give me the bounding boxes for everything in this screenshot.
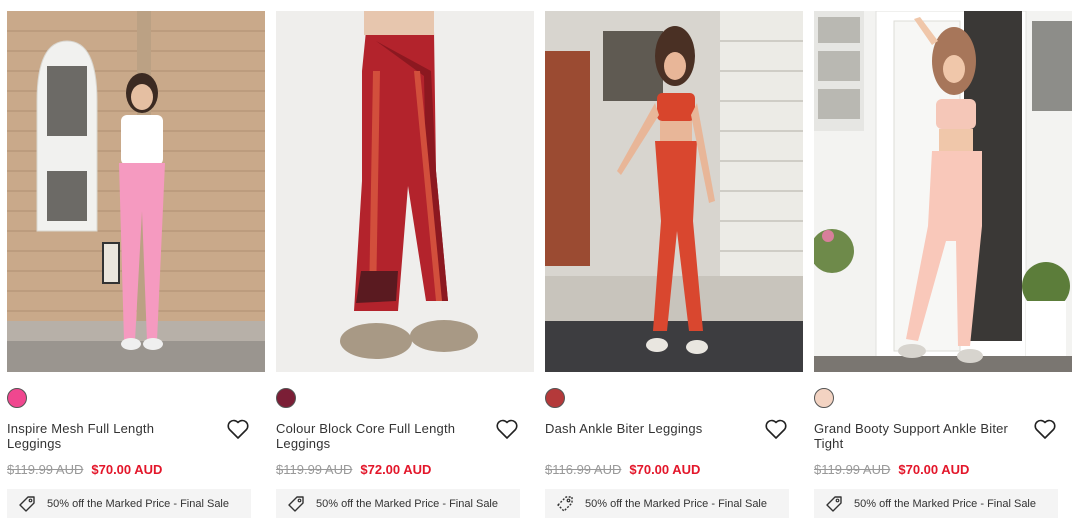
heart-icon[interactable] (226, 418, 250, 440)
tag-icon (288, 495, 304, 512)
color-swatch[interactable] (545, 388, 565, 408)
price-block: $119.99 AUD $72.00 AUD (276, 462, 431, 477)
promo-text: 50% off the Marked Price - Final Sale (854, 497, 1036, 510)
product-card: Grand Booty Support Ankle Biter Tight $1… (814, 11, 1072, 518)
color-swatch[interactable] (814, 388, 834, 408)
product-card: Inspire Mesh Full Length Leggings $119.9… (7, 11, 265, 518)
product-card: Dash Ankle Biter Leggings $116.99 AUD $70… (545, 11, 803, 518)
promo-badge: 50% off the Marked Price - Final Sale (814, 489, 1058, 518)
tag-icon (826, 495, 842, 512)
sale-price: $72.00 AUD (360, 462, 432, 477)
product-image[interactable] (814, 11, 1072, 372)
product-grid: Inspire Mesh Full Length Leggings $119.9… (0, 0, 1080, 518)
heart-icon[interactable] (1033, 418, 1057, 440)
price-block: $119.99 AUD $70.00 AUD (7, 462, 162, 477)
color-swatch[interactable] (276, 388, 296, 408)
product-image[interactable] (7, 11, 265, 372)
promo-badge: 50% off the Marked Price - Final Sale (276, 489, 520, 518)
promo-badge: 50% off the Marked Price - Final Sale (7, 489, 251, 518)
tag-icon (19, 495, 35, 512)
heart-icon[interactable] (495, 418, 519, 440)
product-card: Colour Block Core Full Length Leggings $… (276, 11, 534, 518)
product-image[interactable] (545, 11, 803, 372)
original-price: $119.99 AUD (814, 462, 891, 477)
price-block: $116.99 AUD $70.00 AUD (545, 462, 700, 477)
original-price: $119.99 AUD (7, 462, 84, 477)
tag-icon (557, 495, 573, 512)
heart-icon[interactable] (764, 418, 788, 440)
product-name[interactable]: Inspire Mesh Full Length Leggings (7, 421, 212, 451)
promo-text: 50% off the Marked Price - Final Sale (585, 497, 767, 510)
product-name[interactable]: Dash Ankle Biter Leggings (545, 421, 750, 436)
product-name[interactable]: Colour Block Core Full Length Leggings (276, 421, 481, 451)
promo-badge: 50% off the Marked Price - Final Sale (545, 489, 789, 518)
original-price: $116.99 AUD (545, 462, 622, 477)
color-swatch[interactable] (7, 388, 27, 408)
promo-text: 50% off the Marked Price - Final Sale (47, 497, 229, 510)
original-price: $119.99 AUD (276, 462, 353, 477)
sale-price: $70.00 AUD (898, 462, 970, 477)
promo-text: 50% off the Marked Price - Final Sale (316, 497, 498, 510)
sale-price: $70.00 AUD (629, 462, 701, 477)
product-name[interactable]: Grand Booty Support Ankle Biter Tight (814, 421, 1019, 451)
product-image[interactable] (276, 11, 534, 372)
sale-price: $70.00 AUD (91, 462, 163, 477)
price-block: $119.99 AUD $70.00 AUD (814, 462, 969, 477)
